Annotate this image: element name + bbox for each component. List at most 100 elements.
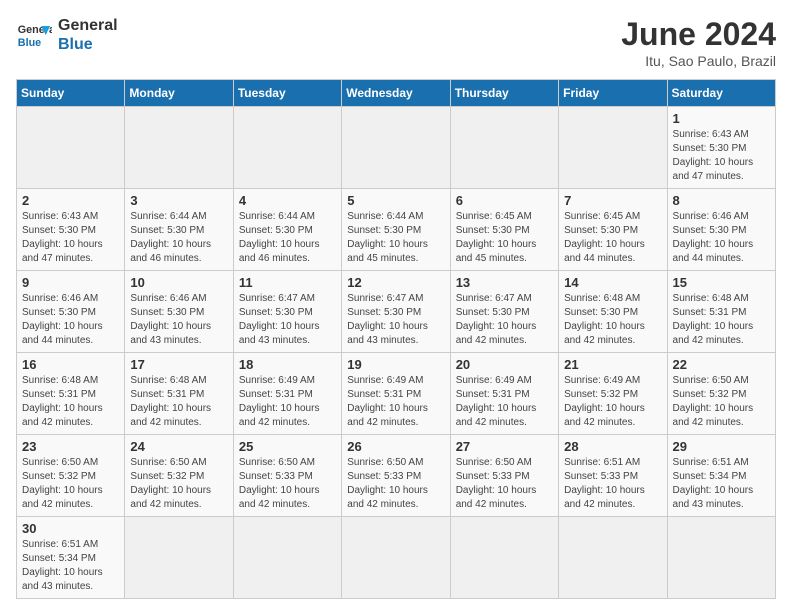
day-info: Sunrise: 6:50 AM Sunset: 5:33 PM Dayligh… [456,456,553,512]
day-info: Sunrise: 6:51 AM Sunset: 5:34 PM Dayligh… [673,456,770,512]
day-number: 5 [347,193,444,208]
calendar-cell: 26Sunrise: 6:50 AM Sunset: 5:33 PM Dayli… [342,435,450,517]
calendar-body: 1 Sunrise: 6:43 AM Sunset: 5:30 PM Daylig… [17,107,776,599]
calendar-week-1: 1 Sunrise: 6:43 AM Sunset: 5:30 PM Daylig… [17,107,776,189]
calendar-cell: 23Sunrise: 6:50 AM Sunset: 5:32 PM Dayli… [17,435,125,517]
logo-icon: General Blue [16,17,52,53]
day-info: Sunrise: 6:48 AM Sunset: 5:31 PM Dayligh… [22,374,119,430]
day-number: 22 [673,357,770,372]
day-number: 3 [130,193,227,208]
day-number: 19 [347,357,444,372]
day-info: Sunrise: 6:49 AM Sunset: 5:31 PM Dayligh… [239,374,336,430]
day-number: 27 [456,439,553,454]
calendar-cell [233,107,341,189]
day-info: Sunrise: 6:47 AM Sunset: 5:30 PM Dayligh… [456,292,553,348]
calendar-cell: 6 Sunrise: 6:45 AM Sunset: 5:30 PM Daylig… [450,189,558,271]
calendar-cell: 18 Sunrise: 6:49 AM Sunset: 5:31 PM Dayli… [233,353,341,435]
day-number: 18 [239,357,336,372]
day-info: Sunrise: 6:45 AM Sunset: 5:30 PM Dayligh… [456,210,553,266]
title-area: June 2024 Itu, Sao Paulo, Brazil [621,16,776,69]
calendar-cell: 30 Sunrise: 6:51 AM Sunset: 5:34 PM Dayli… [17,517,125,599]
day-info: Sunrise: 6:43 AM Sunset: 5:30 PM Dayligh… [22,210,119,266]
day-number: 12 [347,275,444,290]
day-number: 10 [130,275,227,290]
day-info: Sunrise: 6:44 AM Sunset: 5:30 PM Dayligh… [130,210,227,266]
calendar-cell: 16Sunrise: 6:48 AM Sunset: 5:31 PM Dayli… [17,353,125,435]
weekday-header-friday: Friday [559,80,667,107]
calendar-week-5: 23Sunrise: 6:50 AM Sunset: 5:32 PM Dayli… [17,435,776,517]
day-number: 20 [456,357,553,372]
calendar-cell: 11 Sunrise: 6:47 AM Sunset: 5:30 PM Dayli… [233,271,341,353]
day-number: 9 [22,275,119,290]
calendar-cell: 13 Sunrise: 6:47 AM Sunset: 5:30 PM Dayli… [450,271,558,353]
day-info: Sunrise: 6:48 AM Sunset: 5:31 PM Dayligh… [673,292,770,348]
day-number: 2 [22,193,119,208]
day-info: Sunrise: 6:44 AM Sunset: 5:30 PM Dayligh… [347,210,444,266]
day-info: Sunrise: 6:43 AM Sunset: 5:30 PM Dayligh… [673,128,770,184]
logo: General Blue General Blue [16,16,118,54]
day-info: Sunrise: 6:46 AM Sunset: 5:30 PM Dayligh… [673,210,770,266]
day-number: 15 [673,275,770,290]
day-info: Sunrise: 6:47 AM Sunset: 5:30 PM Dayligh… [239,292,336,348]
day-info: Sunrise: 6:50 AM Sunset: 5:33 PM Dayligh… [347,456,444,512]
calendar-cell [342,107,450,189]
calendar-cell: 25Sunrise: 6:50 AM Sunset: 5:33 PM Dayli… [233,435,341,517]
calendar-week-4: 16Sunrise: 6:48 AM Sunset: 5:31 PM Dayli… [17,353,776,435]
calendar-cell: 22 Sunrise: 6:50 AM Sunset: 5:32 PM Dayli… [667,353,775,435]
calendar-cell: 5 Sunrise: 6:44 AM Sunset: 5:30 PM Daylig… [342,189,450,271]
calendar-cell: 21 Sunrise: 6:49 AM Sunset: 5:32 PM Dayli… [559,353,667,435]
calendar-week-2: 2 Sunrise: 6:43 AM Sunset: 5:30 PM Daylig… [17,189,776,271]
day-number: 6 [456,193,553,208]
calendar-table: SundayMondayTuesdayWednesdayThursdayFrid… [16,79,776,599]
calendar-cell [125,107,233,189]
day-info: Sunrise: 6:47 AM Sunset: 5:30 PM Dayligh… [347,292,444,348]
weekday-header-wednesday: Wednesday [342,80,450,107]
day-number: 21 [564,357,661,372]
weekday-header-row: SundayMondayTuesdayWednesdayThursdayFrid… [17,80,776,107]
calendar-cell: 2 Sunrise: 6:43 AM Sunset: 5:30 PM Daylig… [17,189,125,271]
month-title: June 2024 [621,16,776,53]
day-number: 23 [22,439,119,454]
weekday-header-tuesday: Tuesday [233,80,341,107]
calendar-cell: 15 Sunrise: 6:48 AM Sunset: 5:31 PM Dayli… [667,271,775,353]
calendar-cell: 7 Sunrise: 6:45 AM Sunset: 5:30 PM Daylig… [559,189,667,271]
calendar-cell: 14Sunrise: 6:48 AM Sunset: 5:30 PM Dayli… [559,271,667,353]
day-number: 7 [564,193,661,208]
day-info: Sunrise: 6:50 AM Sunset: 5:33 PM Dayligh… [239,456,336,512]
day-info: Sunrise: 6:49 AM Sunset: 5:31 PM Dayligh… [347,374,444,430]
day-info: Sunrise: 6:46 AM Sunset: 5:30 PM Dayligh… [130,292,227,348]
calendar-cell: 4Sunrise: 6:44 AM Sunset: 5:30 PM Daylig… [233,189,341,271]
calendar-cell: 27 Sunrise: 6:50 AM Sunset: 5:33 PM Dayli… [450,435,558,517]
day-number: 17 [130,357,227,372]
day-info: Sunrise: 6:44 AM Sunset: 5:30 PM Dayligh… [239,210,336,266]
day-info: Sunrise: 6:45 AM Sunset: 5:30 PM Dayligh… [564,210,661,266]
day-info: Sunrise: 6:50 AM Sunset: 5:32 PM Dayligh… [673,374,770,430]
day-number: 14 [564,275,661,290]
calendar-week-3: 9 Sunrise: 6:46 AM Sunset: 5:30 PM Daylig… [17,271,776,353]
calendar-cell [17,107,125,189]
calendar-cell: 10 Sunrise: 6:46 AM Sunset: 5:30 PM Dayli… [125,271,233,353]
calendar-cell: 9 Sunrise: 6:46 AM Sunset: 5:30 PM Daylig… [17,271,125,353]
calendar-cell [450,107,558,189]
day-number: 30 [22,521,119,536]
calendar-cell [450,517,558,599]
day-info: Sunrise: 6:49 AM Sunset: 5:32 PM Dayligh… [564,374,661,430]
calendar-cell [559,517,667,599]
day-info: Sunrise: 6:51 AM Sunset: 5:34 PM Dayligh… [22,538,119,594]
logo-blue: Blue [58,35,118,54]
weekday-header-thursday: Thursday [450,80,558,107]
day-info: Sunrise: 6:48 AM Sunset: 5:31 PM Dayligh… [130,374,227,430]
calendar-cell: 19 Sunrise: 6:49 AM Sunset: 5:31 PM Dayli… [342,353,450,435]
day-info: Sunrise: 6:49 AM Sunset: 5:31 PM Dayligh… [456,374,553,430]
day-number: 1 [673,111,770,126]
day-number: 11 [239,275,336,290]
calendar-cell [559,107,667,189]
day-number: 8 [673,193,770,208]
calendar-cell: 17 Sunrise: 6:48 AM Sunset: 5:31 PM Dayli… [125,353,233,435]
day-number: 28 [564,439,661,454]
day-number: 13 [456,275,553,290]
day-number: 24 [130,439,227,454]
day-info: Sunrise: 6:46 AM Sunset: 5:30 PM Dayligh… [22,292,119,348]
header: General Blue General Blue June 2024 Itu,… [16,16,776,69]
calendar-cell: 12 Sunrise: 6:47 AM Sunset: 5:30 PM Dayli… [342,271,450,353]
